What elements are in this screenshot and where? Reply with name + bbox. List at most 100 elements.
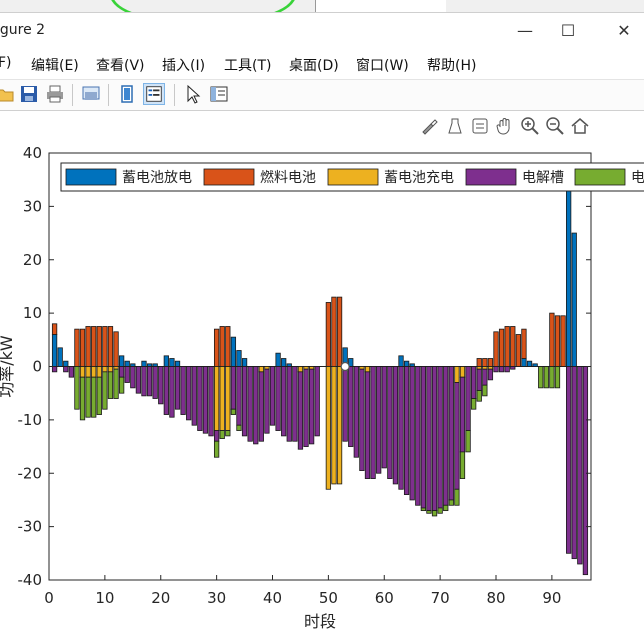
bar-electrolyzer — [398, 366, 404, 490]
bar-electrolyzer — [504, 366, 510, 373]
bar-electrolyzer — [119, 366, 125, 378]
bar-fuel-cell — [554, 315, 561, 367]
bar-series5 — [454, 488, 460, 506]
bar-battery-discharge — [532, 363, 538, 367]
bar-battery-discharge — [571, 232, 577, 367]
bar-battery-charge — [91, 366, 97, 378]
bar-battery-discharge — [146, 363, 153, 367]
bar-battery-charge — [102, 366, 108, 373]
bar-battery-charge — [364, 366, 371, 373]
bar-electrolyzer — [247, 366, 253, 442]
bar-electrolyzer — [297, 371, 304, 450]
bar-electrolyzer — [476, 368, 482, 391]
bar-battery-charge — [113, 366, 119, 370]
bar-battery-charge — [219, 366, 225, 431]
bar-electrolyzer — [253, 366, 259, 445]
bar-electrolyzer — [426, 366, 432, 512]
x-tick-label: 70 — [431, 589, 450, 607]
bar-fuel-cell — [504, 326, 510, 367]
bar-fuel-cell — [325, 302, 332, 367]
bar-series5 — [107, 371, 114, 399]
bar-series5 — [113, 368, 119, 399]
bar-series5 — [538, 366, 544, 389]
x-tick-label: 30 — [207, 589, 226, 607]
bar-fuel-cell — [51, 323, 58, 335]
bar-electrolyzer — [141, 366, 147, 397]
bar-battery-discharge — [169, 358, 175, 367]
bar-electrolyzer — [208, 366, 214, 437]
bar-electrolyzer — [275, 366, 281, 431]
data-cursor-marker[interactable] — [340, 361, 350, 372]
bar-battery-discharge — [174, 360, 181, 367]
bar-battery-charge — [482, 366, 488, 370]
y-tick-label: -20 — [18, 464, 43, 482]
bar-battery-discharge — [281, 358, 287, 367]
bar-battery-discharge — [130, 363, 136, 367]
bar-electrolyzer — [342, 366, 348, 442]
legend-swatch — [203, 168, 255, 186]
bar-electrolyzer — [236, 366, 242, 426]
bar-series5 — [554, 366, 561, 389]
bar-electrolyzer — [420, 366, 427, 509]
bar-series5 — [437, 507, 443, 514]
y-tick-label: -40 — [18, 571, 43, 589]
bar-electrolyzer — [146, 366, 153, 397]
bar-battery-charge — [303, 366, 309, 370]
bar-series5 — [459, 451, 466, 479]
y-tick-label: 0 — [32, 358, 42, 376]
bar-series5 — [420, 507, 427, 512]
bar-electrolyzer — [498, 366, 505, 373]
bar-battery-charge — [79, 366, 86, 378]
bar-series5 — [471, 398, 477, 410]
bar-electrolyzer — [230, 366, 237, 410]
bar-series5 — [236, 424, 242, 431]
bar-electrolyzer — [68, 366, 74, 378]
bar-battery-discharge — [236, 350, 242, 367]
bar-series5 — [102, 371, 108, 410]
bar-electrolyzer — [459, 376, 466, 453]
bar-series5 — [74, 366, 80, 410]
bar-electrolyzer — [443, 366, 449, 506]
chart-axes: 403020100-10-20-30-400 10 20 30 40 50 60 70 80 90… — [0, 144, 644, 631]
bar-series5 — [448, 499, 454, 506]
bar-electrolyzer — [135, 366, 142, 394]
legend-swatch — [65, 168, 117, 186]
bar-fuel-cell — [476, 358, 482, 367]
bar-battery-discharge — [526, 360, 533, 367]
legend-label: 蓄电池放电 — [122, 170, 192, 186]
bar-series5 — [225, 430, 231, 437]
legend-label: 蓄电池充电 — [384, 170, 454, 186]
bar-battery-charge — [297, 366, 304, 373]
bar-electrolyzer — [392, 366, 399, 485]
bar-battery-charge — [336, 366, 343, 485]
bar-battery-charge — [331, 366, 337, 485]
bar-series5 — [443, 504, 449, 512]
bar-electrolyzer — [571, 366, 577, 560]
bar-battery-discharge — [63, 360, 69, 367]
bar-battery-charge — [308, 366, 315, 370]
bar-electrolyzer — [454, 382, 460, 490]
bar-battery-discharge — [119, 355, 125, 367]
bar-series5 — [543, 366, 549, 389]
bar-battery-discharge — [409, 363, 415, 367]
bar-battery-discharge — [152, 363, 158, 367]
bar-electrolyzer — [152, 366, 158, 399]
y-axis-label: 功率/kW — [0, 335, 16, 398]
y-tick-label: 10 — [23, 304, 42, 322]
bar-electrolyzer — [281, 366, 287, 437]
x-tick-label: 50 — [319, 589, 338, 607]
bar-fuel-cell — [225, 326, 231, 367]
bar-battery-charge — [85, 366, 91, 378]
bar-electrolyzer — [577, 366, 583, 565]
x-tick-label: 40 — [263, 589, 282, 607]
bar-battery-charge — [107, 366, 114, 373]
bar-fuel-cell — [213, 328, 220, 367]
bar-fuel-cell — [331, 296, 337, 367]
bar-electrolyzer — [63, 366, 69, 373]
y-tick-label: 30 — [23, 197, 42, 215]
bar-electrolyzer — [124, 366, 130, 383]
bar-electrolyzer — [158, 366, 164, 405]
bar-battery-charge — [213, 366, 220, 431]
bar-electrolyzer — [303, 368, 309, 447]
x-tick-label: 20 — [151, 589, 170, 607]
